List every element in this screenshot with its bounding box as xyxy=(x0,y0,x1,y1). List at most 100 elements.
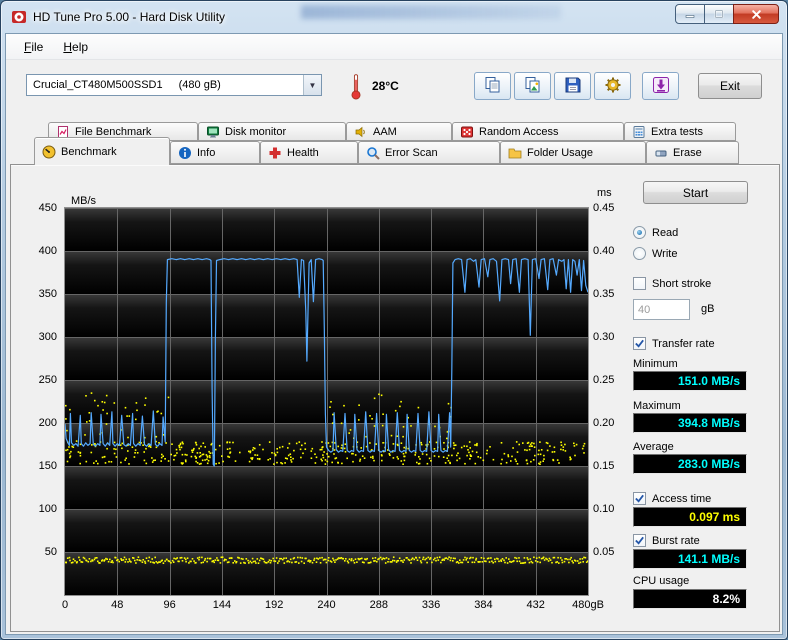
access-time-checkbox[interactable] xyxy=(633,492,646,505)
x-axis: 0 48 96 144 192 240 288 336 384 432 480gB xyxy=(62,599,604,613)
menu-file[interactable]: File xyxy=(14,36,53,58)
cpu-usage-label: CPU usage xyxy=(633,575,690,587)
speaker-icon xyxy=(354,125,368,139)
tab-random-access[interactable]: Random Access xyxy=(452,122,624,141)
copy-image-button[interactable] xyxy=(514,72,551,100)
disk-monitor-icon xyxy=(206,125,220,139)
drive-size: (480 gB) xyxy=(178,79,221,91)
gear-icon xyxy=(603,75,623,98)
burst-rate-label: Burst rate xyxy=(652,534,700,547)
menu-help[interactable]: Help xyxy=(53,36,98,58)
maximize-icon xyxy=(714,10,724,18)
tab-info[interactable]: Info xyxy=(170,141,260,164)
tab-benchmark[interactable]: Benchmark xyxy=(34,137,170,165)
y-right-tick: 0.15 xyxy=(593,460,615,472)
average-label: Average xyxy=(633,441,674,453)
window-title: HD Tune Pro 5.00 - Hard Disk Utility xyxy=(33,10,226,24)
burst-rate-value-text: 141.1 MB/s xyxy=(677,552,740,566)
tab-disk-monitor[interactable]: Disk monitor xyxy=(198,122,346,141)
transfer-rate-checkbox[interactable] xyxy=(633,337,646,350)
check-icon xyxy=(635,339,644,348)
window-controls xyxy=(675,4,779,24)
tab-label: Benchmark xyxy=(61,145,117,158)
minimize-button[interactable] xyxy=(675,4,705,24)
access-time-dots xyxy=(65,392,588,564)
tab-error-scan[interactable]: Error Scan xyxy=(358,141,500,164)
cpu-usage-value: 8.2% xyxy=(633,589,747,609)
burst-rate-row: Burst rate xyxy=(633,534,700,547)
x-axis-tick: 288 xyxy=(369,599,388,611)
minimize-icon xyxy=(685,15,695,18)
write-option-row: Write xyxy=(633,247,677,260)
hdtune-app-icon xyxy=(11,9,27,25)
chevron-down-icon[interactable]: ▼ xyxy=(303,75,321,95)
y-left-tick: 100 xyxy=(38,503,57,515)
benchmark-chart xyxy=(65,208,588,595)
titlebar[interactable]: HD Tune Pro 5.00 - Hard Disk Utility xyxy=(1,1,787,33)
side-panel: Start Read Write Short stroke gB xyxy=(621,165,779,633)
short-stroke-checkbox[interactable] xyxy=(633,277,646,290)
average-value: 283.0 MB/s xyxy=(633,454,747,474)
access-time-value: 0.097 ms xyxy=(633,507,747,527)
y-right-tick: 0.05 xyxy=(593,546,615,558)
short-stroke-size-input[interactable] xyxy=(633,299,690,320)
folder-icon xyxy=(508,146,522,160)
average-value-text: 283.0 MB/s xyxy=(677,457,740,471)
short-stroke-label: Short stroke xyxy=(652,277,712,290)
exit-button[interactable]: Exit xyxy=(698,73,762,99)
maximize-button[interactable] xyxy=(704,4,734,24)
tab-label: File Benchmark xyxy=(75,125,152,138)
chart-canvas xyxy=(65,208,588,595)
export-button[interactable] xyxy=(642,72,679,100)
access-time-label: Access time xyxy=(652,492,712,505)
eraser-icon xyxy=(654,146,668,160)
settings-button[interactable] xyxy=(594,72,631,100)
y-right-tick: 0.25 xyxy=(593,374,615,386)
access-time-value-text: 0.097 ms xyxy=(689,510,740,524)
x-axis-tick: 384 xyxy=(474,599,493,611)
tab-aam[interactable]: AAM xyxy=(346,122,452,141)
client-area: File Help Crucial_CT480M500SSD1 (480 gB)… xyxy=(5,33,783,635)
tab-health[interactable]: Health xyxy=(260,141,358,164)
y-right-tick: 0.45 xyxy=(593,202,615,214)
maximum-value: 394.8 MB/s xyxy=(633,413,747,433)
y-left-tick: 450 xyxy=(38,202,57,214)
x-axis-tick: 144 xyxy=(212,599,232,611)
tab-erase[interactable]: Erase xyxy=(646,141,739,164)
close-button[interactable] xyxy=(733,4,779,24)
y-axis-left: 450 400 350 300 250 200 150 100 50 xyxy=(11,202,61,595)
transfer-rate-line xyxy=(65,258,588,467)
tab-extra-tests[interactable]: Extra tests xyxy=(624,122,736,141)
y-left-tick: 400 xyxy=(38,245,57,257)
short-stroke-unit-label: gB xyxy=(701,303,715,315)
copy-button[interactable] xyxy=(474,72,511,100)
burst-rate-checkbox[interactable] xyxy=(633,534,646,547)
x-axis-tick: 240 xyxy=(317,599,336,611)
cpu-usage-value-text: 8.2% xyxy=(712,592,740,606)
read-option-row: Read xyxy=(633,226,678,239)
drive-select[interactable]: Crucial_CT480M500SSD1 (480 gB) ▼ xyxy=(26,74,322,96)
toolbar: Crucial_CT480M500SSD1 (480 gB) ▼ 28°C Ex… xyxy=(6,60,782,116)
x-axis-tick: 336 xyxy=(421,599,441,611)
save-button[interactable] xyxy=(554,72,591,100)
tab-label: Info xyxy=(197,146,216,159)
check-icon xyxy=(635,536,644,545)
x-axis-tick: 48 xyxy=(111,599,124,611)
tab-folder-usage[interactable]: Folder Usage xyxy=(500,141,646,164)
maximum-label: Maximum xyxy=(633,400,681,412)
tab-label: Disk monitor xyxy=(225,125,287,138)
y-right-tick: 0.30 xyxy=(593,331,615,343)
close-icon xyxy=(751,9,761,19)
save-icon xyxy=(563,75,583,98)
temperature-value: 28°C xyxy=(372,79,399,93)
read-radio[interactable] xyxy=(633,226,646,239)
write-label: Write xyxy=(652,247,678,260)
benchmark-page: MB/s ms 450 400 350 300 250 200 150 100 50 0.45 0… xyxy=(10,164,780,632)
tab-label: Extra tests xyxy=(651,125,703,138)
tab-label: AAM xyxy=(373,125,397,138)
tab-label: Folder Usage xyxy=(527,146,594,159)
y-left-tick: 50 xyxy=(44,546,57,558)
thermometer-icon xyxy=(350,73,362,100)
start-button[interactable]: Start xyxy=(643,181,748,204)
write-radio[interactable] xyxy=(633,247,646,260)
